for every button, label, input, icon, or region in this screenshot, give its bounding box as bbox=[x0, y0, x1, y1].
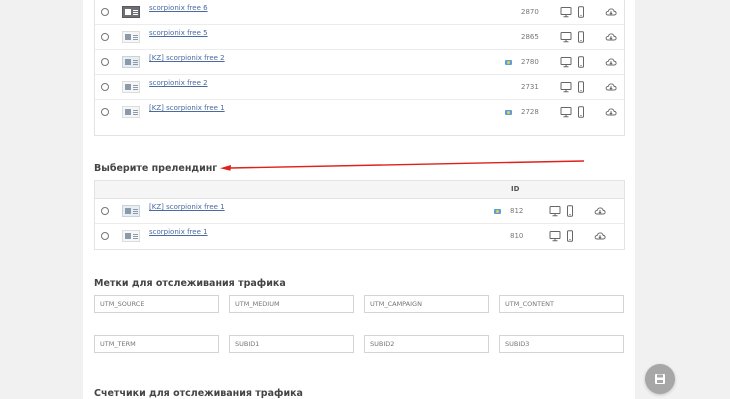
offers-table: scorpionix free 6 2870 scorpionix free 5 28… bbox=[94, 0, 625, 136]
cloud-download-icon[interactable] bbox=[605, 106, 617, 118]
cloud-download-icon[interactable] bbox=[605, 56, 617, 68]
kz-flag-icon bbox=[505, 60, 512, 65]
id-column-header: ID bbox=[511, 185, 520, 193]
desktop-icon[interactable] bbox=[560, 31, 572, 43]
row-radio[interactable] bbox=[101, 207, 109, 215]
item-name-link[interactable]: [KZ] scorpionix free 1 bbox=[149, 203, 225, 211]
save-fab-button[interactable] bbox=[645, 364, 675, 394]
item-name-link[interactable]: scorpionix free 1 bbox=[149, 228, 208, 236]
prelanding-table: ID [KZ] scorpionix free 1 812 scorpionix f… bbox=[94, 180, 625, 250]
row-radio[interactable] bbox=[101, 83, 109, 91]
item-number: 812 bbox=[510, 207, 524, 215]
item-name-link[interactable]: [KZ] scorpionix free 1 bbox=[149, 104, 225, 112]
prelanding-title: Выберите прелендинг bbox=[94, 163, 218, 174]
desktop-icon[interactable] bbox=[560, 56, 572, 68]
utm-medium-field[interactable] bbox=[229, 295, 354, 313]
table-row[interactable]: scorpionix free 6 2870 bbox=[95, 0, 624, 25]
counters-title: Счетчики для отслеживания трафика bbox=[94, 388, 303, 399]
cloud-download-icon[interactable] bbox=[594, 205, 606, 217]
item-name-link[interactable]: [KZ] scorpionix free 2 bbox=[149, 54, 225, 62]
mobile-icon[interactable] bbox=[575, 56, 587, 68]
mobile-icon[interactable] bbox=[575, 6, 587, 18]
row-radio[interactable] bbox=[101, 232, 109, 240]
utm-source-field[interactable] bbox=[94, 295, 219, 313]
desktop-icon[interactable] bbox=[549, 205, 561, 217]
cloud-download-icon[interactable] bbox=[605, 31, 617, 43]
row-radio[interactable] bbox=[101, 108, 109, 116]
kz-flag-icon bbox=[505, 110, 512, 115]
row-radio[interactable] bbox=[101, 8, 109, 16]
item-number: 810 bbox=[510, 232, 524, 240]
table-header: ID bbox=[95, 181, 624, 199]
desktop-icon[interactable] bbox=[560, 6, 572, 18]
item-number: 2728 bbox=[521, 108, 539, 116]
table-row[interactable]: [KZ] scorpionix free 1 2728 bbox=[95, 100, 624, 125]
preview-thumbnail bbox=[122, 6, 140, 18]
item-name-link[interactable]: scorpionix free 6 bbox=[149, 4, 208, 12]
mobile-icon[interactable] bbox=[575, 106, 587, 118]
mobile-icon[interactable] bbox=[575, 81, 587, 93]
table-row[interactable]: [KZ] scorpionix free 2 2780 bbox=[95, 50, 624, 75]
tracking-title: Метки для отслеживания трафика bbox=[94, 278, 286, 289]
cloud-download-icon[interactable] bbox=[594, 230, 606, 242]
preview-thumbnail bbox=[122, 106, 140, 118]
table-row[interactable]: [KZ] scorpionix free 1 812 bbox=[95, 199, 624, 224]
item-name-link[interactable]: scorpionix free 5 bbox=[149, 29, 208, 37]
mobile-icon[interactable] bbox=[564, 205, 576, 217]
table-row[interactable]: scorpionix free 1 810 bbox=[95, 224, 624, 249]
item-number: 2731 bbox=[521, 83, 539, 91]
cloud-download-icon[interactable] bbox=[605, 81, 617, 93]
save-icon bbox=[655, 374, 665, 384]
table-row[interactable]: scorpionix free 5 2865 bbox=[95, 25, 624, 50]
utm-campaign-field[interactable] bbox=[364, 295, 489, 313]
preview-thumbnail bbox=[122, 81, 140, 93]
desktop-icon[interactable] bbox=[549, 230, 561, 242]
item-number: 2780 bbox=[521, 58, 539, 66]
item-number: 2865 bbox=[521, 33, 539, 41]
subid2-field[interactable] bbox=[364, 335, 489, 353]
mobile-icon[interactable] bbox=[564, 230, 576, 242]
preview-thumbnail bbox=[122, 56, 140, 68]
cloud-download-icon[interactable] bbox=[605, 6, 617, 18]
desktop-icon[interactable] bbox=[560, 81, 572, 93]
table-row[interactable]: scorpionix free 2 2731 bbox=[95, 75, 624, 100]
preview-thumbnail bbox=[122, 205, 140, 217]
desktop-icon[interactable] bbox=[560, 106, 572, 118]
utm-term-field[interactable] bbox=[94, 335, 219, 353]
kz-flag-icon bbox=[494, 209, 501, 214]
subid3-field[interactable] bbox=[499, 335, 624, 353]
row-radio[interactable] bbox=[101, 58, 109, 66]
utm-content-field[interactable] bbox=[499, 295, 624, 313]
preview-thumbnail bbox=[122, 31, 140, 43]
preview-thumbnail bbox=[122, 230, 140, 242]
item-name-link[interactable]: scorpionix free 2 bbox=[149, 79, 208, 87]
red-arrow-annotation bbox=[220, 160, 585, 171]
item-number: 2870 bbox=[521, 8, 539, 16]
row-radio[interactable] bbox=[101, 33, 109, 41]
mobile-icon[interactable] bbox=[575, 31, 587, 43]
subid1-field[interactable] bbox=[229, 335, 354, 353]
